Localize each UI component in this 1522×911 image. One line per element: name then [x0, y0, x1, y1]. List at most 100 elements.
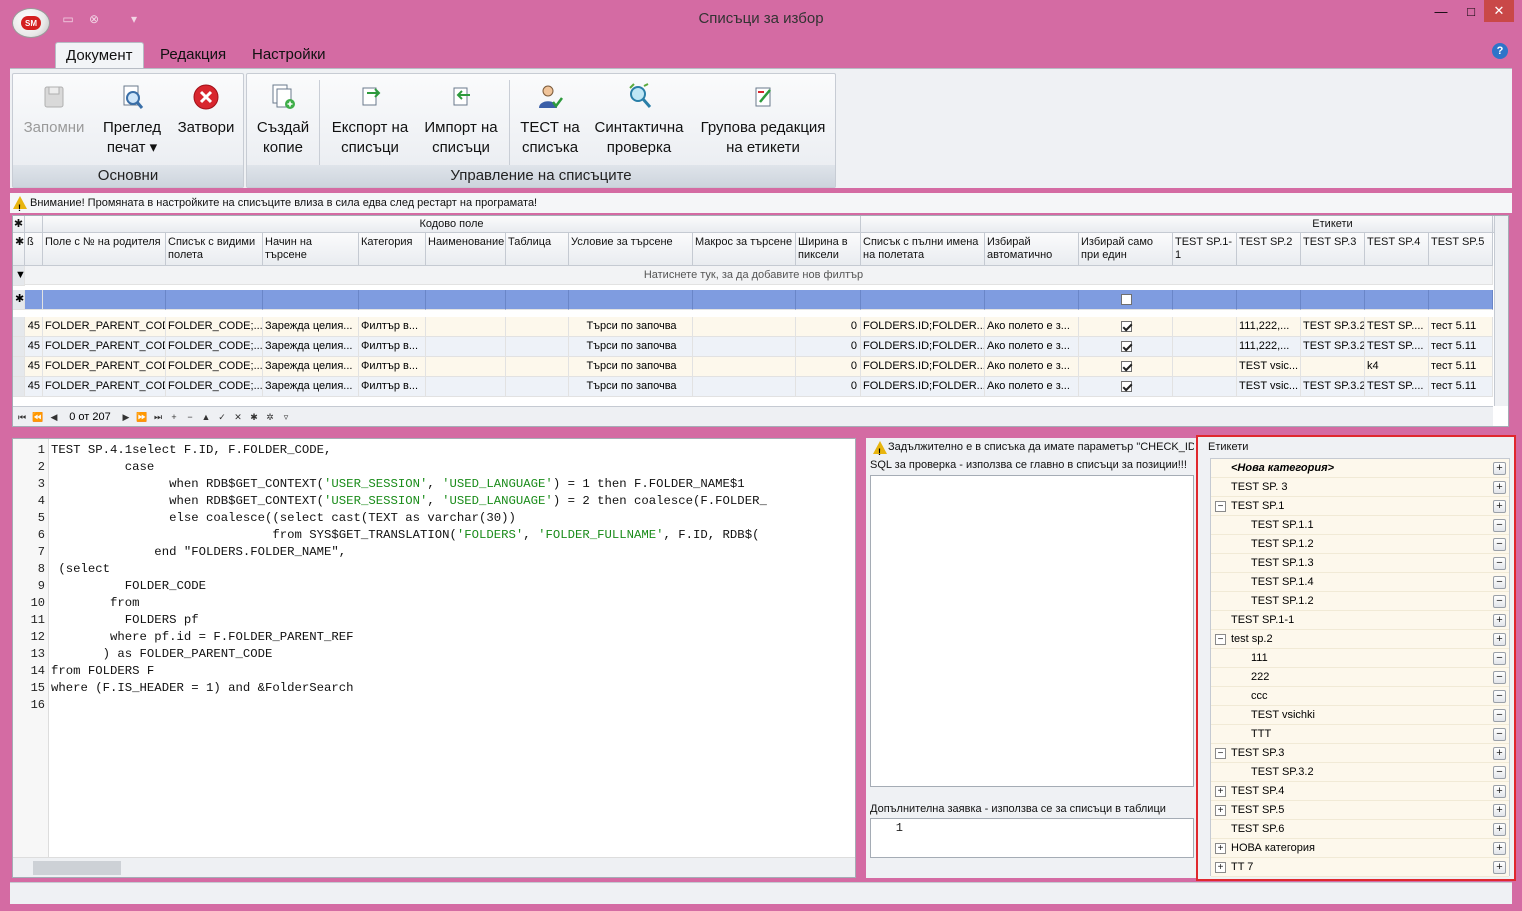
tag-node[interactable]: 222 − [1211, 668, 1509, 687]
table-cell[interactable]: FOLDER_PARENT_CODE [43, 357, 166, 377]
row-indicator-header[interactable]: ✱ [13, 233, 25, 266]
table-cell[interactable] [506, 377, 569, 397]
tag-node[interactable]: TEST SP.6 + [1211, 820, 1509, 839]
nav-add-icon[interactable]: + [167, 410, 181, 424]
nav-delete-icon[interactable]: − [183, 410, 197, 424]
tag-node[interactable]: TEST vsichki − [1211, 706, 1509, 725]
expand-toggle-icon[interactable]: − [1215, 501, 1226, 512]
nav-edit-icon[interactable]: ▲ [199, 410, 213, 424]
row-indicator[interactable] [13, 357, 25, 377]
table-cell[interactable]: FOLDER_PARENT_CODE [43, 337, 166, 357]
new-row-cell[interactable] [25, 290, 43, 310]
tag-node[interactable]: + TEST SP.5 + [1211, 801, 1509, 820]
column-header[interactable]: Условие за търсене [569, 233, 693, 266]
extra-query-editor[interactable]: 1 [870, 818, 1194, 858]
table-cell[interactable]: Филтър в... [359, 337, 426, 357]
column-header[interactable]: TEST SP.1-1 [1173, 233, 1237, 266]
table-cell[interactable]: Ако полето е з... [985, 357, 1079, 377]
table-cell[interactable]: TEST SP.3.2 [1301, 377, 1365, 397]
close-window-button[interactable]: ✕ [1484, 0, 1514, 22]
table-cell[interactable]: FOLDER_CODE;... [166, 337, 263, 357]
table-cell[interactable]: Търси по започва [569, 377, 693, 397]
column-header[interactable]: Списък с пълни имена на полетата [861, 233, 985, 266]
add-tag-icon[interactable]: + [1493, 500, 1506, 513]
table-cell[interactable]: TEST vsic... [1237, 377, 1301, 397]
tag-node[interactable]: TEST SP.1.3 − [1211, 554, 1509, 573]
import-lists-button[interactable]: Импорт на списъци [419, 78, 503, 164]
new-row-cell[interactable] [263, 290, 359, 310]
column-header[interactable]: TEST SP.3 [1301, 233, 1365, 266]
tag-node[interactable]: − TEST SP.1 + [1211, 497, 1509, 516]
table-cell[interactable] [506, 357, 569, 377]
remove-tag-icon[interactable]: − [1493, 557, 1506, 570]
table-cell[interactable]: 0 [796, 377, 861, 397]
new-row-cell[interactable] [693, 290, 796, 310]
test-list-button[interactable]: ТЕСТ на списъка [515, 78, 585, 164]
remove-tag-icon[interactable]: − [1493, 595, 1506, 608]
tag-node[interactable]: TEST SP. 3 + [1211, 478, 1509, 497]
new-row-cell[interactable] [796, 290, 861, 310]
tag-node[interactable]: 111 − [1211, 649, 1509, 668]
nav-refresh-icon[interactable]: ✱ [247, 410, 261, 424]
table-cell[interactable]: FOLDER_PARENT_CODE [43, 317, 166, 337]
table-cell[interactable]: 0 [796, 317, 861, 337]
table-cell[interactable] [426, 317, 506, 337]
tag-node[interactable]: + НОВА категория + [1211, 839, 1509, 858]
table-cell[interactable]: Ако полето е з... [985, 317, 1079, 337]
filter-row[interactable]: Натиснете тук, за да добавите нов филтър [13, 266, 1493, 285]
table-cell[interactable]: 111,222,... [1237, 337, 1301, 357]
new-row-cell[interactable] [861, 290, 985, 310]
table-cell[interactable] [426, 357, 506, 377]
new-row-cell[interactable] [569, 290, 693, 310]
table-cell[interactable]: k4 [1365, 357, 1429, 377]
expand-toggle-icon[interactable]: + [1215, 786, 1226, 797]
minimize-button[interactable]: — [1424, 0, 1458, 22]
table-cell[interactable] [426, 337, 506, 357]
new-row-cell[interactable] [166, 290, 263, 310]
tag-node[interactable]: <Нова категория> + [1211, 459, 1509, 478]
checkbox-cell[interactable] [1079, 337, 1173, 357]
checkbox-cell[interactable] [1079, 377, 1173, 397]
table-cell[interactable]: Ако полето е з... [985, 377, 1079, 397]
export-lists-button[interactable]: Експорт на списъци [325, 78, 415, 164]
remove-tag-icon[interactable]: − [1493, 690, 1506, 703]
column-header[interactable]: Начин на търсене [263, 233, 359, 266]
checkbox[interactable] [1121, 293, 1132, 305]
table-cell[interactable]: FOLDER_CODE;... [166, 317, 263, 337]
tag-node[interactable]: + TT 7 + [1211, 858, 1509, 877]
tag-node[interactable]: TEST SP.3.2 − [1211, 763, 1509, 782]
add-tag-icon[interactable]: + [1493, 842, 1506, 855]
new-row-cell[interactable] [1079, 290, 1173, 310]
checkbox[interactable] [1121, 360, 1132, 372]
table-cell[interactable]: Зарежда целия... [263, 337, 359, 357]
nav-filter-icon[interactable]: ▿ [279, 410, 293, 424]
table-cell[interactable] [1173, 317, 1237, 337]
table-cell[interactable]: FOLDERS.ID;FOLDER... [861, 357, 985, 377]
column-header[interactable]: TEST SP.4 [1365, 233, 1429, 266]
checkbox-cell[interactable] [1079, 317, 1173, 337]
tag-node[interactable]: ccc − [1211, 687, 1509, 706]
tag-node[interactable]: TEST SP.1.2 − [1211, 535, 1509, 554]
add-tag-icon[interactable]: + [1493, 785, 1506, 798]
table-cell[interactable]: Търси по започва [569, 337, 693, 357]
table-cell[interactable] [1173, 377, 1237, 397]
nav-bookmark-icon[interactable]: ✲ [263, 410, 277, 424]
row-indicator[interactable] [13, 337, 25, 357]
nav-prev-page-icon[interactable]: ⏪ [31, 410, 45, 424]
sql-check-editor[interactable] [870, 475, 1194, 787]
table-cell[interactable]: 0 [796, 357, 861, 377]
expand-toggle-icon[interactable]: + [1215, 843, 1226, 854]
new-row-cell[interactable] [1365, 290, 1429, 310]
table-cell[interactable]: Филтър в... [359, 317, 426, 337]
tag-node[interactable]: + TEST SP.4 + [1211, 782, 1509, 801]
table-cell[interactable]: Зарежда целия... [263, 377, 359, 397]
table-cell[interactable]: Търси по започва [569, 317, 693, 337]
tab-edit[interactable]: Редакция [150, 42, 236, 68]
column-header[interactable]: TEST SP.2 [1237, 233, 1301, 266]
save-button[interactable]: Запомни [17, 78, 91, 164]
table-cell[interactable] [693, 337, 796, 357]
table-cell[interactable] [693, 357, 796, 377]
new-row-cell[interactable] [1429, 290, 1493, 310]
table-cell[interactable]: TEST vsic... [1237, 357, 1301, 377]
column-header[interactable]: Макрос за търсене [693, 233, 796, 266]
